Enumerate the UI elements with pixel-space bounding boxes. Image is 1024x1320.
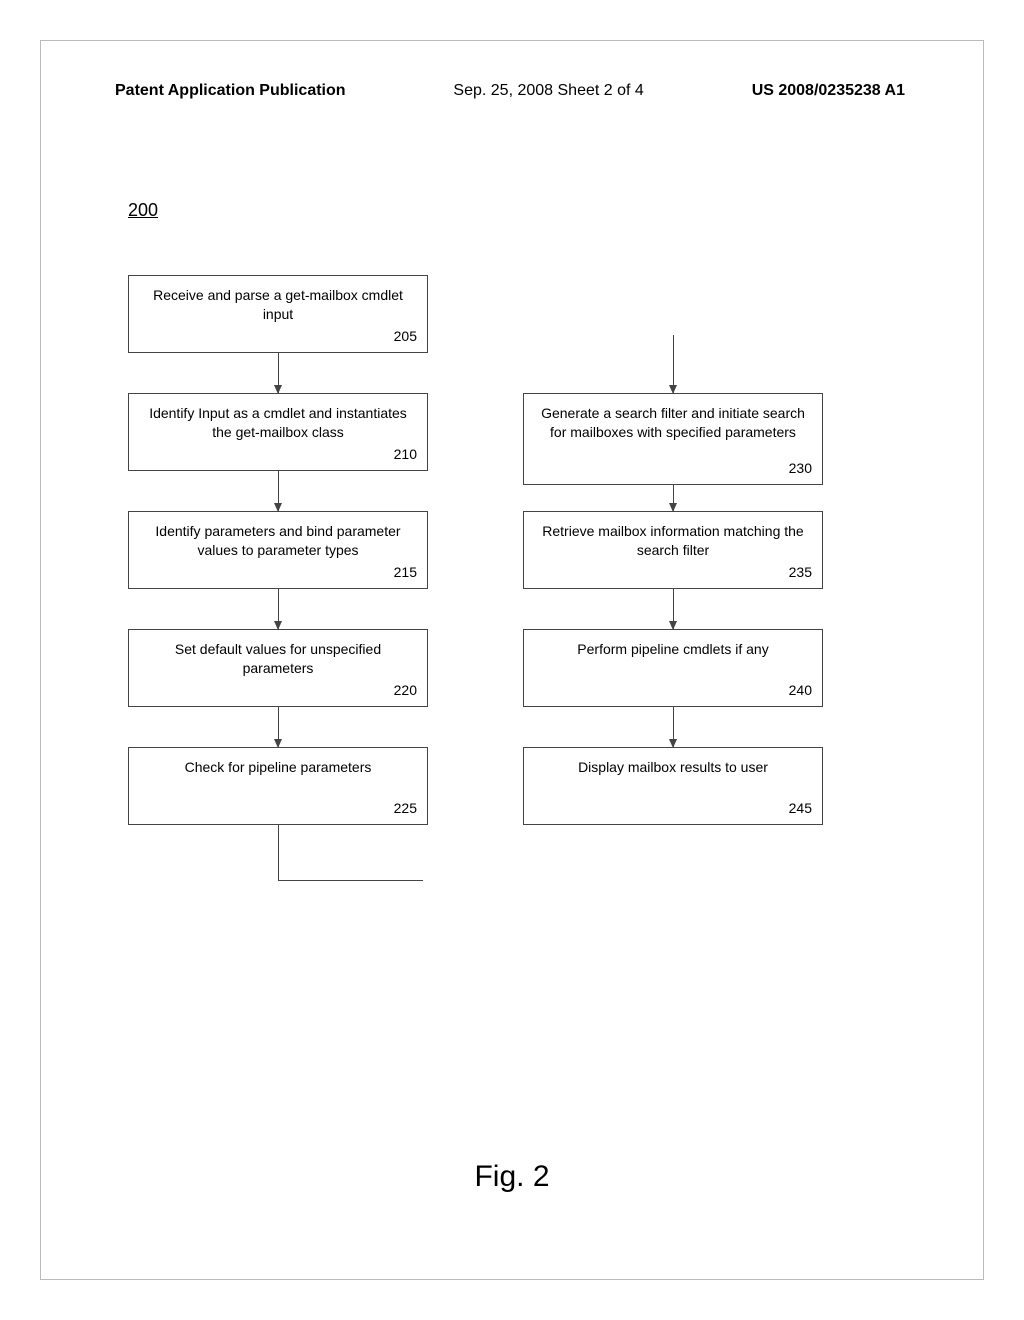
flowchart: Receive and parse a get-mailbox cmdlet i… <box>128 275 888 1045</box>
arrow-230-235 <box>673 485 674 511</box>
continuation-line-down <box>278 825 279 880</box>
flow-box-225: Check for pipeline parameters 225 <box>128 747 428 825</box>
flow-box-220-text: Set default values for unspecified param… <box>175 641 381 676</box>
flow-box-240-num: 240 <box>789 681 812 700</box>
header-right: US 2008/0235238 A1 <box>752 82 905 100</box>
flow-box-225-num: 225 <box>394 799 417 818</box>
flow-box-205: Receive and parse a get-mailbox cmdlet i… <box>128 275 428 353</box>
arrow-into-230 <box>673 335 674 393</box>
figure-caption: Fig. 2 <box>0 1160 1024 1194</box>
header-left: Patent Application Publication <box>115 82 346 100</box>
flow-box-245-num: 245 <box>789 799 812 818</box>
flow-box-215-num: 215 <box>394 563 417 582</box>
continuation-horizontal <box>278 880 423 881</box>
arrow-220-225 <box>278 707 279 747</box>
flow-box-215-text: Identify parameters and bind parameter v… <box>155 523 400 558</box>
flow-box-220-num: 220 <box>394 681 417 700</box>
flow-box-210-text: Identify Input as a cmdlet and instantia… <box>149 405 407 440</box>
flow-box-225-text: Check for pipeline parameters <box>185 759 372 775</box>
arrow-240-245 <box>673 707 674 747</box>
arrow-205-210 <box>278 353 279 393</box>
flow-box-240: Perform pipeline cmdlets if any 240 <box>523 629 823 707</box>
flow-box-245: Display mailbox results to user 245 <box>523 747 823 825</box>
flow-box-230: Generate a search filter and initiate se… <box>523 393 823 485</box>
flow-box-245-text: Display mailbox results to user <box>578 759 768 775</box>
arrow-210-215 <box>278 471 279 511</box>
flow-box-240-text: Perform pipeline cmdlets if any <box>577 641 768 657</box>
arrow-215-220 <box>278 589 279 629</box>
arrow-235-240 <box>673 589 674 629</box>
flow-box-230-text: Generate a search filter and initiate se… <box>541 405 805 440</box>
flow-box-205-num: 205 <box>394 327 417 346</box>
flow-box-230-num: 230 <box>789 459 812 478</box>
flow-box-220: Set default values for unspecified param… <box>128 629 428 707</box>
flow-box-205-text: Receive and parse a get-mailbox cmdlet i… <box>153 287 403 322</box>
flow-box-210-num: 210 <box>394 445 417 464</box>
flow-box-210: Identify Input as a cmdlet and instantia… <box>128 393 428 471</box>
figure-reference-number: 200 <box>128 200 158 221</box>
flow-box-215: Identify parameters and bind parameter v… <box>128 511 428 589</box>
flow-box-235-num: 235 <box>789 563 812 582</box>
flow-box-235: Retrieve mailbox information matching th… <box>523 511 823 589</box>
header-row: Patent Application Publication Sep. 25, … <box>115 82 905 100</box>
header-mid: Sep. 25, 2008 Sheet 2 of 4 <box>453 82 643 100</box>
flow-box-235-text: Retrieve mailbox information matching th… <box>542 523 803 558</box>
